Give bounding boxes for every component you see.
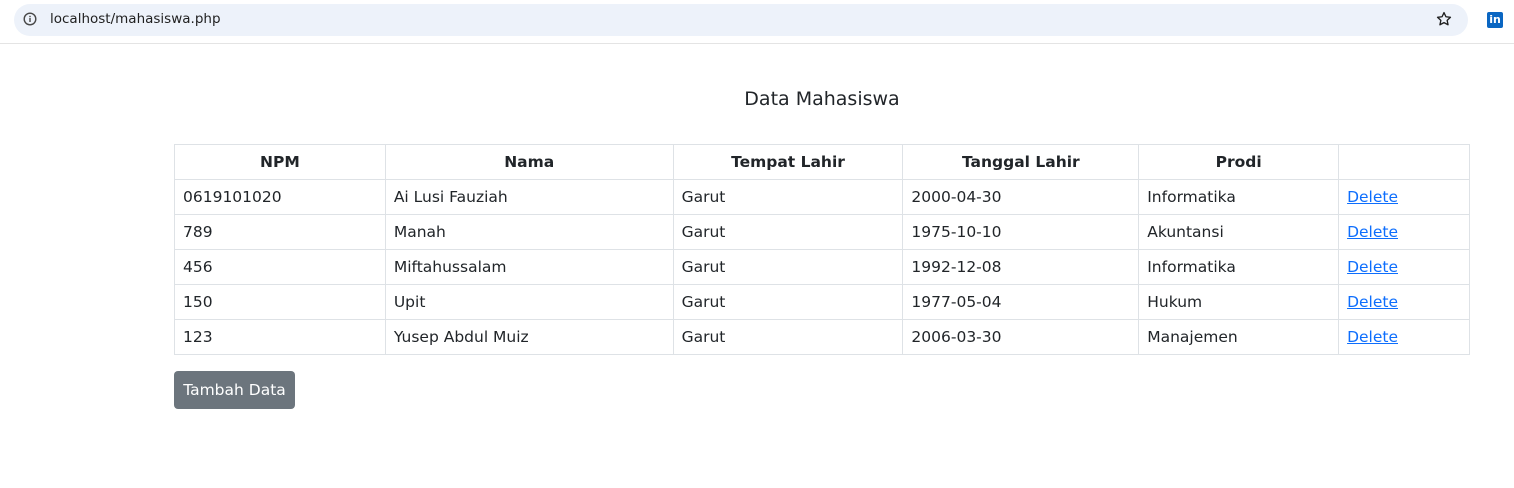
cell-npm: 0619101020 xyxy=(174,179,386,215)
cell-nama: Upit xyxy=(384,284,674,320)
table-row: 150 Upit Garut 1977-05-04 Hukum Delete xyxy=(174,284,1470,320)
cell-tanggal-lahir: 1992-12-08 xyxy=(902,249,1140,285)
address-url[interactable]: localhost/mahasiswa.php xyxy=(50,11,221,27)
table-header-row: NPM Nama Tempat Lahir Tanggal Lahir Prod… xyxy=(174,144,1470,180)
cell-npm: 789 xyxy=(174,214,386,250)
cell-action: Delete xyxy=(1338,284,1470,320)
address-bar[interactable] xyxy=(14,4,1468,36)
cell-prodi: Akuntansi xyxy=(1138,214,1340,250)
delete-link[interactable]: Delete xyxy=(1347,328,1398,346)
delete-link[interactable]: Delete xyxy=(1347,293,1398,311)
cell-action: Delete xyxy=(1338,249,1470,285)
cell-npm: 123 xyxy=(174,319,386,355)
table-row: 789 Manah Garut 1975-10-10 Akuntansi Del… xyxy=(174,214,1470,250)
delete-link[interactable]: Delete xyxy=(1347,223,1398,241)
cell-action: Delete xyxy=(1338,319,1470,355)
cell-tempat-lahir: Garut xyxy=(672,249,904,285)
cell-nama: Manah xyxy=(384,214,674,250)
cell-nama: Yusep Abdul Muiz xyxy=(384,319,674,355)
cell-prodi: Hukum xyxy=(1138,284,1340,320)
cell-prodi: Manajemen xyxy=(1138,319,1340,355)
tambah-data-button[interactable]: Tambah Data xyxy=(174,371,295,409)
delete-link[interactable]: Delete xyxy=(1347,188,1398,206)
info-circle-icon[interactable] xyxy=(23,12,37,26)
star-outline-icon[interactable] xyxy=(1435,10,1453,28)
linkedin-icon[interactable]: in xyxy=(1487,12,1503,28)
table-row: 456 Miftahussalam Garut 1992-12-08 Infor… xyxy=(174,249,1470,285)
cell-tanggal-lahir: 1977-05-04 xyxy=(902,284,1140,320)
page-title: Data Mahasiswa xyxy=(744,88,900,110)
column-header-prodi: Prodi xyxy=(1138,144,1340,180)
cell-tempat-lahir: Garut xyxy=(672,284,904,320)
cell-nama: Miftahussalam xyxy=(384,249,674,285)
column-header-action xyxy=(1338,144,1470,180)
column-header-tanggal-lahir: Tanggal Lahir xyxy=(902,144,1140,180)
cell-prodi: Informatika xyxy=(1138,179,1340,215)
cell-tanggal-lahir: 1975-10-10 xyxy=(902,214,1140,250)
cell-tanggal-lahir: 2000-04-30 xyxy=(902,179,1140,215)
mahasiswa-table: NPM Nama Tempat Lahir Tanggal Lahir Prod… xyxy=(174,144,1470,355)
cell-tempat-lahir: Garut xyxy=(672,179,904,215)
cell-tanggal-lahir: 2006-03-30 xyxy=(902,319,1140,355)
delete-link[interactable]: Delete xyxy=(1347,258,1398,276)
browser-toolbar: localhost/mahasiswa.php in xyxy=(0,0,1514,44)
column-header-tempat-lahir: Tempat Lahir xyxy=(672,144,904,180)
cell-npm: 456 xyxy=(174,249,386,285)
cell-tempat-lahir: Garut xyxy=(672,214,904,250)
table-row: 123 Yusep Abdul Muiz Garut 2006-03-30 Ma… xyxy=(174,319,1470,355)
cell-action: Delete xyxy=(1338,179,1470,215)
column-header-npm: NPM xyxy=(174,144,386,180)
cell-prodi: Informatika xyxy=(1138,249,1340,285)
cell-tempat-lahir: Garut xyxy=(672,319,904,355)
cell-action: Delete xyxy=(1338,214,1470,250)
table-row: 0619101020 Ai Lusi Fauziah Garut 2000-04… xyxy=(174,179,1470,215)
cell-npm: 150 xyxy=(174,284,386,320)
cell-nama: Ai Lusi Fauziah xyxy=(384,179,674,215)
column-header-nama: Nama xyxy=(384,144,674,180)
